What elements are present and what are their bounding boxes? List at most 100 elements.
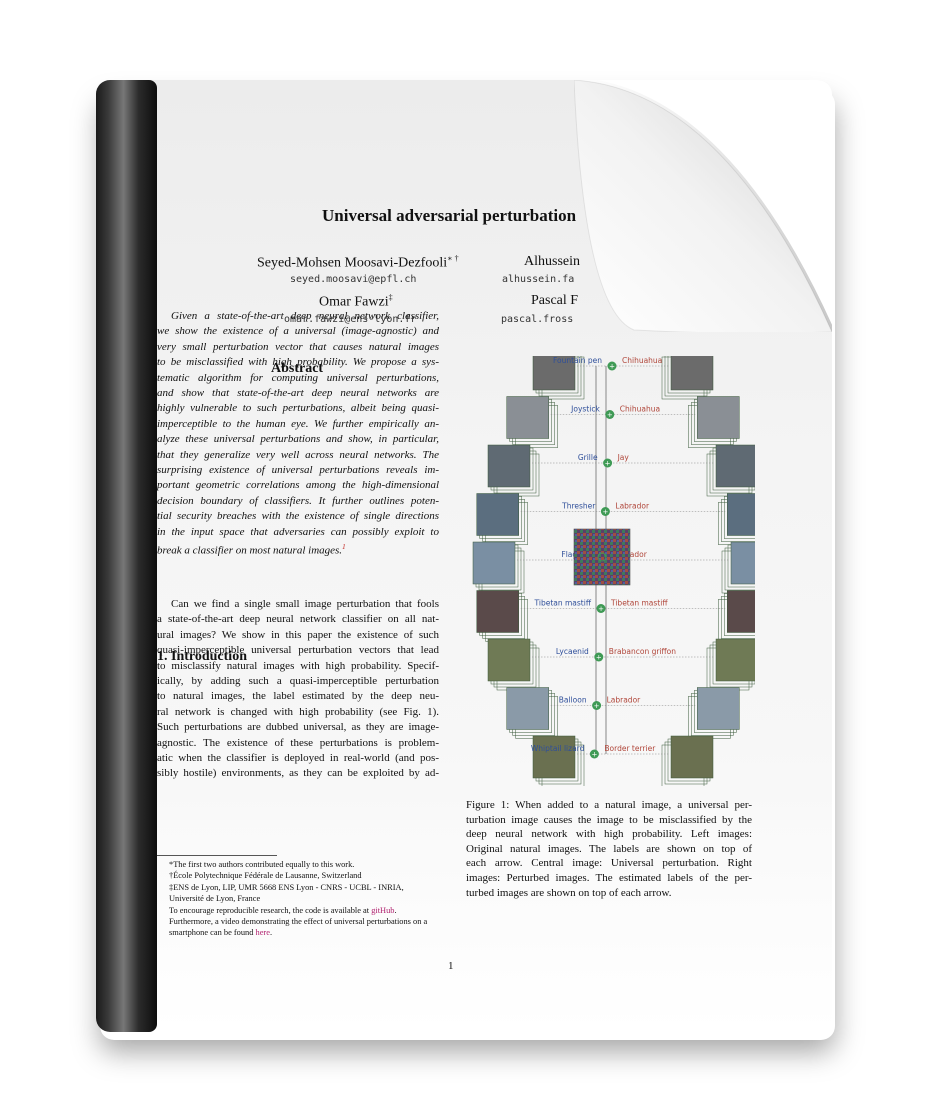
author-name-4: Pascal F	[531, 293, 579, 308]
perturbed-label: Tibetan mastiff	[610, 599, 668, 608]
plus-glyph: +	[598, 605, 604, 613]
original-label: Grille	[578, 453, 598, 462]
universal-perturbation-image	[573, 528, 631, 586]
perturbed-image-frame	[715, 444, 755, 488]
caption-line: images: Perturbed images. The estimated …	[466, 871, 752, 884]
caption-line: turbation image causes the image to be m…	[466, 813, 752, 826]
original-label: Joystick	[570, 405, 600, 414]
original-image-frame	[487, 444, 531, 488]
abstract-line: in the input space that adversaries can …	[157, 525, 439, 538]
perturbed-image-frame	[670, 356, 714, 391]
perturbed-image-frame	[715, 638, 755, 682]
footnote-2: †École Polytechnique Fédérale de Lausann…	[169, 871, 362, 881]
footnotes: *The first two authors contributed equal…	[157, 855, 439, 939]
caption-line: Figure 1: When added to a natural image,…	[466, 799, 752, 811]
original-label: Lycaenid	[556, 647, 589, 656]
introduction-line: sibly hostile) environments, as they can…	[157, 767, 439, 780]
abstract-line: tial security breaches with the existenc…	[157, 510, 439, 523]
plus-glyph: +	[594, 702, 600, 710]
introduction-line: quasi-imperceptible universal perturbati…	[157, 644, 439, 657]
introduction-text: Can we find a single small image perturb…	[157, 597, 439, 782]
introduction-line: ural images? We show in this paper the e…	[157, 628, 439, 641]
perturbed-image-frame	[727, 590, 755, 633]
original-image-frame	[506, 396, 549, 439]
abstract-footnote-mark[interactable]: 1	[342, 543, 346, 551]
author-email-2: alhussein.fa	[502, 274, 575, 285]
perturbed-label: Chihuahua	[622, 356, 662, 365]
perturbed-label: Chihuahua	[620, 405, 660, 414]
original-image-frame	[506, 687, 549, 730]
abstract-line: to be misclassified with high probabilit…	[157, 356, 439, 369]
plus-glyph: +	[609, 363, 615, 371]
footnote-rule	[157, 855, 277, 856]
abstract-line: that they generalize very well across ne…	[157, 448, 439, 461]
introduction-line: ically, by adding such a quasi-impercept…	[157, 675, 439, 688]
abstract-line: surprising existence of universal pertur…	[157, 464, 439, 477]
abstract-line: tematic algorithm for computing universa…	[157, 371, 439, 384]
figure-caption: Figure 1: When added to a natural image,…	[466, 798, 752, 900]
perturbed-label: Brabancon griffon	[609, 647, 676, 656]
perturbed-label: Labrador	[615, 502, 650, 511]
introduction-line: Can we find a single small image perturb…	[171, 598, 439, 610]
abstract-line: break a classifier on most natural image…	[157, 543, 346, 557]
author-name-3: Omar Fawzi‡	[319, 293, 393, 310]
perturbed-label: Jay	[617, 453, 630, 462]
abstract-line: decision boundary of classifiers. It fur…	[157, 494, 439, 507]
footnote-4-text-a: To encourage reproducible research, the …	[169, 905, 372, 915]
abstract-line: Given a state-of-the-art deep neural net…	[171, 310, 439, 322]
perturbed-image-frame	[730, 541, 755, 585]
author-name-1: Seyed-Mohsen Moosavi-Dezfooli∗ †	[257, 254, 459, 271]
original-label: Whiptail lizard	[531, 744, 585, 753]
abstract-text: Given a state-of-the-art deep neural net…	[157, 309, 439, 559]
footnote-1: *The first two authors contributed equal…	[169, 860, 355, 869]
caption-line: each arrow. Central image: Universal per…	[466, 857, 752, 870]
abstract-line: we show the existence of a universal (im…	[157, 325, 439, 338]
plus-glyph: +	[596, 654, 602, 662]
introduction-line: Such perturbations are dubbed universal,…	[157, 721, 439, 734]
perturbed-image-frame	[697, 687, 740, 730]
original-label: Thresher	[561, 502, 596, 511]
plus-glyph: +	[602, 508, 608, 516]
abstract-line: very small perturbation vector that caus…	[157, 340, 439, 353]
paper-title: Universal adversarial perturbation	[322, 206, 577, 225]
figure-1: + Fountain pen Chihuahua + Joystick Chihuahua…	[472, 356, 755, 786]
original-image-frame	[472, 541, 516, 585]
introduction-line: to misclassify natural images with high …	[157, 659, 439, 672]
abstract-line: alyze these universal perturbations and …	[157, 433, 439, 446]
page-number: 1	[448, 960, 454, 972]
abstract-line: and show that state-of-the-art deep neur…	[157, 387, 439, 400]
document-spine	[96, 80, 157, 1032]
original-image-frame	[476, 590, 519, 633]
original-label: Balloon	[559, 696, 587, 705]
introduction-line: agnostic. The existence of these perturb…	[157, 736, 439, 749]
perturbed-image-frame	[727, 493, 755, 536]
original-image-frame	[476, 493, 519, 536]
author-email-1: seyed.moosavi@epfl.ch	[290, 274, 417, 285]
footnote-4: To encourage reproducible research, the …	[169, 905, 428, 938]
introduction-line: to natural images, the label estimated b…	[157, 690, 439, 703]
perturbed-image-frame	[697, 396, 740, 439]
caption-line: turbed images are shown on top of each a…	[466, 886, 672, 899]
footnote-3: ‡ENS de Lyon, LIP, UMR 5668 ENS Lyon - C…	[169, 882, 404, 904]
perturbed-label: Border terrier	[604, 744, 656, 753]
video-link[interactable]: here	[256, 928, 270, 937]
introduction-line: a state-of-the-art deep neural network c…	[157, 613, 439, 626]
original-label: Tibetan mastiff	[534, 599, 592, 608]
document-page[interactable]: Universal adversarial perturbation Seyed…	[96, 80, 832, 1032]
abstract-line: imperceptible to the human eye. We furth…	[157, 417, 439, 430]
author-email-4: pascal.fross	[501, 314, 574, 325]
page-curl[interactable]	[574, 80, 832, 332]
abstract-line: highly vulnerable to such perturbations,…	[157, 402, 439, 415]
original-image-frame	[532, 735, 576, 779]
perturbed-label: Labrador	[607, 696, 642, 705]
caption-line: deep neural network with high probabilit…	[466, 828, 752, 841]
github-link[interactable]: gitHub	[371, 906, 394, 915]
original-label: Fountain pen	[553, 356, 602, 365]
perturbed-image-frame	[670, 735, 714, 779]
plus-glyph: +	[607, 411, 613, 419]
introduction-line: ral network is changed with high probabi…	[157, 705, 439, 718]
author-name-2: Alhussein	[524, 254, 580, 269]
introduction-line: atic when the classifier is deployed in …	[157, 752, 439, 765]
plus-glyph: +	[591, 751, 597, 759]
caption-line: Original natural images. The labels are …	[466, 842, 752, 855]
